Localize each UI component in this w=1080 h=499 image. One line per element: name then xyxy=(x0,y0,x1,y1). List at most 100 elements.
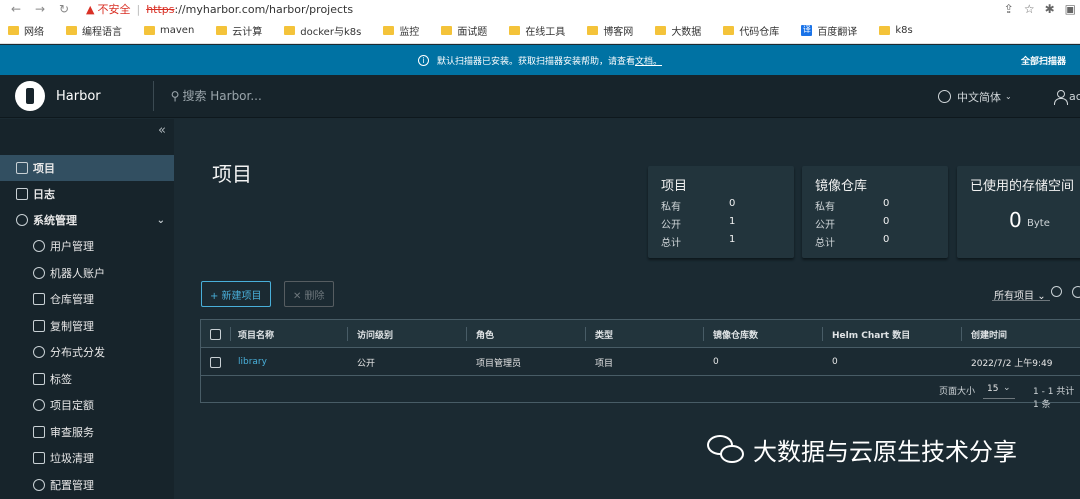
users-icon xyxy=(33,240,45,252)
collapse-sidebar-icon[interactable]: « xyxy=(158,123,166,138)
wechat-icon xyxy=(707,434,745,465)
url-path: ://myharbor.com/harbor/projects xyxy=(174,2,354,16)
folder-icon xyxy=(66,26,77,35)
select-all-checkbox[interactable] xyxy=(210,329,221,340)
user-menu[interactable]: ac xyxy=(1054,75,1080,118)
back-icon[interactable]: ← xyxy=(8,2,24,16)
insecure-label[interactable]: 不安全 xyxy=(97,1,130,17)
quota-icon xyxy=(33,399,45,411)
sidebar-item-distributions[interactable]: 分布式分发 xyxy=(0,339,174,365)
delete-button[interactable]: ✕ 删除 xyxy=(284,281,334,307)
public-label: 公开 xyxy=(661,220,681,231)
language-label: 中文简体 xyxy=(957,90,1001,104)
column-header[interactable]: 访问级别 xyxy=(357,320,393,348)
folder-icon xyxy=(879,26,891,35)
bookmark-item[interactable]: 云计算 xyxy=(216,23,262,38)
global-search[interactable]: ⚲ xyxy=(171,89,303,103)
folder-icon xyxy=(655,26,667,35)
sidebar-item-gc[interactable]: 垃圾清理 xyxy=(0,445,174,471)
table-row[interactable]: library 公开 项目管理员 项目 0 0 2022/7/2 上午9:49 xyxy=(201,348,1080,376)
registry-icon xyxy=(33,293,45,305)
bookmarks-bar: 网络 编程语言 maven 云计算 docker与k8s 监控 面试题 在线工具… xyxy=(0,18,1080,44)
private-count: 0 xyxy=(729,198,736,209)
folder-icon xyxy=(509,26,521,35)
sidebar-item-users[interactable]: 用户管理 xyxy=(0,233,174,259)
shield-icon xyxy=(33,426,45,438)
sidebar-item-registries[interactable]: 仓库管理 xyxy=(0,286,174,312)
folder-icon xyxy=(587,26,599,35)
column-separator xyxy=(961,327,962,341)
page-size-select[interactable]: 15 xyxy=(987,384,998,394)
share-icon[interactable]: ⇪ xyxy=(1004,2,1014,16)
url-field[interactable]: https://myharbor.com/harbor/projects xyxy=(146,3,353,16)
column-header[interactable]: 项目名称 xyxy=(238,320,274,348)
app-header: Harbor ⚲ 中文简体 ⌄ ac xyxy=(0,75,1080,118)
row-checkbox[interactable] xyxy=(210,357,221,368)
refresh-icon[interactable] xyxy=(1072,286,1080,298)
search-icon: ⚲ xyxy=(170,89,180,103)
bookmark-item[interactable]: 代码仓库 xyxy=(723,23,779,38)
sidebar-item-configuration[interactable]: 配置管理 xyxy=(0,472,174,498)
column-separator xyxy=(347,327,348,341)
watermark-text: 大数据与云原生技术分享 xyxy=(753,438,1017,466)
repo-count: 0 xyxy=(713,357,719,367)
user-name: ac xyxy=(1069,90,1080,103)
private-count: 0 xyxy=(883,198,890,209)
bookmark-item[interactable]: maven xyxy=(144,25,194,36)
column-separator xyxy=(822,327,823,341)
column-separator xyxy=(585,327,586,341)
distribution-icon xyxy=(33,346,45,358)
bookmark-item[interactable]: 监控 xyxy=(383,23,419,38)
sidebar-item-quotas[interactable]: 项目定额 xyxy=(0,392,174,418)
project-name-link[interactable]: library xyxy=(238,348,267,376)
reload-icon[interactable]: ↻ xyxy=(56,2,72,16)
bookmark-item[interactable]: 编程语言 xyxy=(66,23,122,38)
column-header[interactable]: 镜像仓库数 xyxy=(713,320,758,348)
total-label: 总计 xyxy=(815,238,835,249)
bookmark-item[interactable]: 网络 xyxy=(8,23,44,38)
page-size-label: 页面大小 xyxy=(939,387,976,397)
column-header[interactable]: 类型 xyxy=(595,320,613,348)
folder-icon xyxy=(383,26,395,35)
column-header[interactable]: 角色 xyxy=(476,320,494,348)
column-header[interactable]: Helm Chart 数目 xyxy=(832,320,910,348)
banner-action[interactable]: 全部扫描器 xyxy=(1021,54,1066,67)
table-header: 项目名称 访问级别 角色 类型 镜像仓库数 Helm Chart 数目 创建时间 xyxy=(201,320,1080,348)
sidebar-item-labels[interactable]: 标签 xyxy=(0,366,174,392)
divider: | xyxy=(136,2,141,16)
private-label: 私有 xyxy=(661,202,681,213)
extensions-icon[interactable]: ✱ xyxy=(1045,2,1055,16)
chevron-down-icon: ⌄ xyxy=(1005,92,1012,101)
bookmark-item[interactable]: 大数据 xyxy=(655,23,701,38)
sidebar-item-administration[interactable]: 系统管理 ⌄ xyxy=(0,207,174,233)
sidebar-item-robot-accounts[interactable]: 机器人账户 xyxy=(0,260,174,286)
forward-icon[interactable]: → xyxy=(32,2,48,16)
bookmark-item[interactable]: 译百度翻译 xyxy=(801,23,857,38)
chart-count: 0 xyxy=(832,357,838,367)
storage-value: 0 xyxy=(1009,208,1022,232)
search-icon[interactable] xyxy=(1051,286,1062,297)
harbor-logo-icon xyxy=(15,81,45,111)
column-header[interactable]: 创建时间 xyxy=(971,320,1007,348)
bookmark-item[interactable]: 面试题 xyxy=(441,23,487,38)
bookmark-item[interactable]: k8s xyxy=(879,25,913,36)
banner-doc-link[interactable]: 文档。 xyxy=(635,54,662,67)
star-icon[interactable]: ☆ xyxy=(1024,2,1035,16)
info-icon: i xyxy=(417,54,429,66)
repos-summary-card: 镜像仓库 私有 0 公开 0 总计 0 xyxy=(802,166,948,258)
bookmark-item[interactable]: 在线工具 xyxy=(509,23,565,38)
bookmark-item[interactable]: 博客网 xyxy=(587,23,633,38)
public-count: 0 xyxy=(883,216,890,227)
logs-icon xyxy=(16,188,28,200)
card-title: 镜像仓库 xyxy=(815,179,868,194)
sidebar-icon[interactable]: ▣ xyxy=(1065,2,1076,16)
sidebar-item-logs[interactable]: 日志 xyxy=(0,181,174,207)
search-input[interactable] xyxy=(182,89,303,103)
new-project-button[interactable]: + 新建项目 xyxy=(201,281,271,307)
sidebar-item-replications[interactable]: 复制管理 xyxy=(0,313,174,339)
sidebar-item-interrogation[interactable]: 审查服务 xyxy=(0,419,174,445)
language-selector[interactable]: 中文简体 ⌄ xyxy=(938,75,1012,118)
brand-name[interactable]: Harbor xyxy=(56,89,101,104)
bookmark-item[interactable]: docker与k8s xyxy=(284,23,361,38)
sidebar-item-projects[interactable]: 项目 xyxy=(0,155,174,181)
